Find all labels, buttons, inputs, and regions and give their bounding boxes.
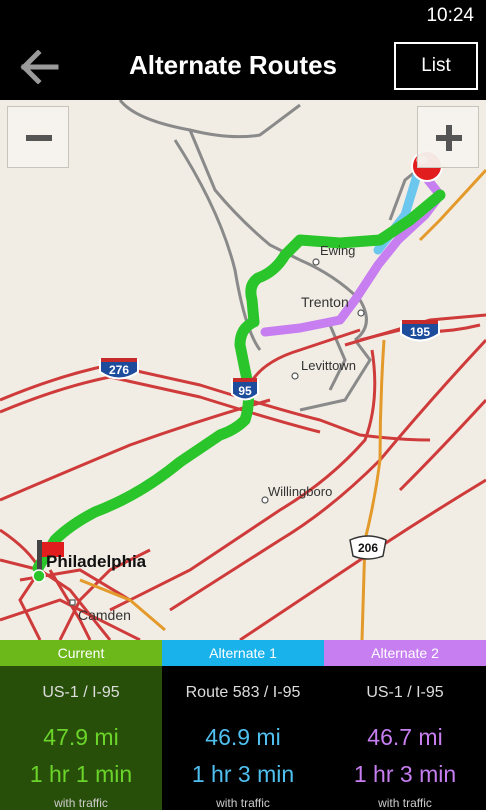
route-tab-label: Alternate 1: [162, 640, 324, 666]
shield-i95: 95: [238, 384, 252, 398]
route-distance: 47.9 mi: [43, 724, 119, 750]
route-traffic-note: with traffic: [54, 796, 108, 810]
route-alternate-2[interactable]: Alternate 2 US-1 / I-95 46.7 mi 1 hr 3 m…: [324, 640, 486, 810]
zoom-in-button[interactable]: [417, 106, 479, 168]
route-alternate-1[interactable]: Alternate 1 Route 583 / I-95 46.9 mi 1 h…: [162, 640, 324, 810]
place-ewing: Ewing: [320, 243, 356, 258]
route-time: 1 hr 1 min: [29, 761, 133, 787]
route-road: US-1 / I-95: [42, 684, 120, 701]
zoom-out-button[interactable]: [7, 106, 69, 168]
route-distance: 46.9 mi: [205, 724, 281, 750]
zoom-in-icon-vertical: [446, 125, 452, 151]
app-header: Alternate Routes List: [0, 32, 486, 100]
map-view[interactable]: Ewing Trenton Levittown Willingboro Phil…: [0, 100, 486, 640]
route-current[interactable]: Current US-1 / I-95 47.9 mi 1 hr 1 min w…: [0, 640, 162, 810]
route-traffic-note: with traffic: [378, 796, 432, 810]
route-tab-label: Current: [0, 640, 162, 666]
shield-r206: 206: [357, 541, 379, 555]
place-willingboro: Willingboro: [268, 484, 333, 499]
zoom-out-icon: [26, 135, 52, 141]
route-distance: 46.7 mi: [367, 724, 443, 750]
route-time: 1 hr 3 min: [353, 761, 457, 787]
place-philadelphia: Philadelphia: [46, 552, 147, 571]
route-road: US-1 / I-95: [366, 684, 444, 701]
place-levittown: Levittown: [301, 358, 356, 373]
place-trenton: Trenton: [301, 294, 349, 310]
list-button[interactable]: List: [394, 42, 478, 90]
status-time: 10:24: [426, 5, 474, 26]
route-traffic-note: with traffic: [216, 796, 270, 810]
shield-i195: 195: [409, 325, 431, 339]
route-tab-label: Alternate 2: [324, 640, 486, 666]
shield-i276: 276: [108, 363, 130, 377]
route-time: 1 hr 3 min: [191, 761, 295, 787]
status-bar: 10:24: [0, 0, 486, 32]
route-road: Route 583 / I-95: [185, 684, 301, 701]
place-camden: Camden: [78, 607, 131, 623]
